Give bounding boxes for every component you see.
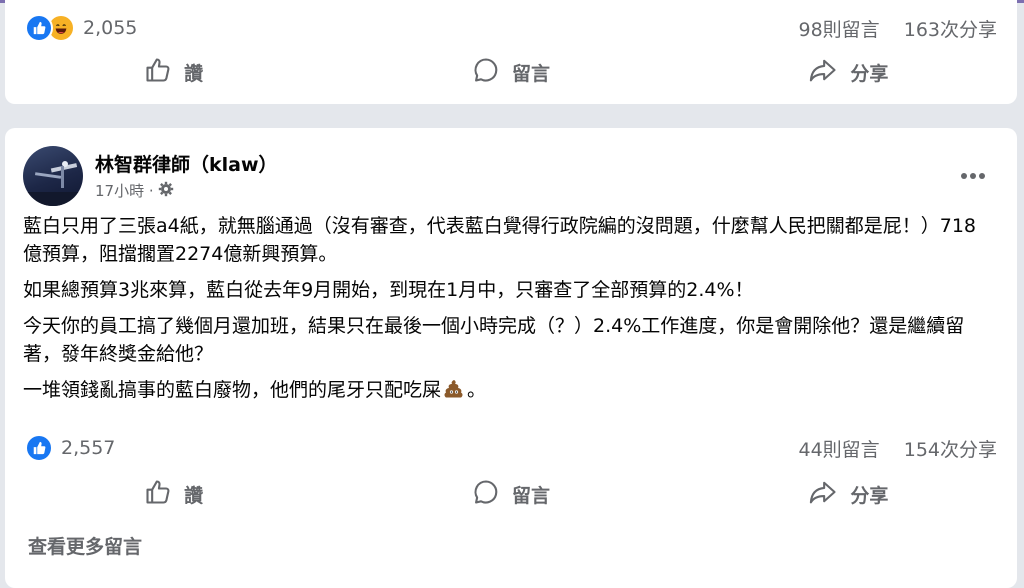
- author-name[interactable]: 林智群律師（klaw）: [95, 150, 278, 177]
- view-more-comments-link[interactable]: 查看更多留言: [28, 532, 142, 559]
- like-reaction-icon: [25, 14, 53, 42]
- thumbs-up-icon: [144, 56, 172, 89]
- post-paragraph-text: 一堆領錢亂搞事的藍白廢物，他們的尾牙只配吃屎: [23, 379, 442, 401]
- gear-icon[interactable]: [158, 181, 174, 201]
- engagement-counts: 44則留言 154次分享: [781, 435, 998, 462]
- post-paragraph-end: 。: [467, 379, 487, 401]
- post-paragraph: 今天你的員工搞了幾個月還加班，結果只在最後一個小時完成（？）2.4%工作進度，你…: [23, 315, 965, 365]
- like-button[interactable]: 讚: [5, 478, 342, 511]
- comment-bubble-icon: [472, 478, 500, 511]
- share-arrow-icon: [808, 56, 838, 89]
- post-actions-bar: 讚 留言 分享: [5, 472, 1017, 516]
- post-time[interactable]: 17小時 ·: [95, 180, 154, 201]
- comment-button[interactable]: 留言: [342, 56, 679, 89]
- post-body: 藍白只用了三張a4紙，就無腦通過（沒有審查，代表藍白覺得行政院編的沒問題，什麼幫…: [23, 212, 987, 416]
- like-button[interactable]: 讚: [5, 56, 342, 89]
- avatar[interactable]: [23, 146, 83, 206]
- share-button[interactable]: 分享: [680, 478, 1017, 511]
- reaction-summary[interactable]: 2,055: [25, 14, 137, 42]
- post-stats-bar: 2,055 98則留言 163次分享: [25, 14, 997, 42]
- like-label: 讚: [184, 484, 204, 507]
- post-meta: 17小時 ·: [95, 180, 174, 201]
- like-reaction-icon: [25, 434, 53, 462]
- share-count[interactable]: 154次分享: [904, 439, 997, 461]
- reaction-count: 2,557: [61, 437, 116, 459]
- post-stats-bar: 2,557 44則留言 154次分享: [25, 434, 997, 462]
- reaction-summary[interactable]: 2,557: [25, 434, 115, 462]
- post-paragraph: 如果總預算3兆來算，藍白從去年9月開始，到現在1月中，只審查了全部預算的2.4%…: [23, 279, 754, 301]
- post-card-1: 2,055 98則留言 163次分享 讚 留言 分享: [5, 0, 1017, 104]
- comment-count[interactable]: 44則留言: [799, 439, 880, 461]
- share-label: 分享: [850, 484, 889, 507]
- like-label: 讚: [184, 62, 204, 85]
- post-header: 林智群律師（klaw） 17小時 ·: [23, 146, 999, 206]
- post-paragraph: 藍白只用了三張a4紙，就無腦通過（沒有審查，代表藍白覺得行政院編的沒問題，什麼幫…: [23, 215, 976, 265]
- share-count[interactable]: 163次分享: [904, 19, 997, 41]
- reaction-count: 2,055: [83, 17, 138, 39]
- share-button[interactable]: 分享: [680, 56, 1017, 89]
- post-paragraph-last: 一堆領錢亂搞事的藍白廢物，他們的尾牙只配吃屎 。: [23, 376, 987, 408]
- share-label: 分享: [850, 62, 889, 85]
- comment-count[interactable]: 98則留言: [799, 19, 880, 41]
- poop-emoji-icon: [443, 378, 465, 408]
- post-actions-bar: 讚 留言 分享: [5, 50, 1017, 94]
- comment-bubble-icon: [472, 56, 500, 89]
- share-arrow-icon: [808, 478, 838, 511]
- thumbs-up-icon: [144, 478, 172, 511]
- comment-label: 留言: [511, 62, 550, 85]
- comment-label: 留言: [511, 484, 550, 507]
- post-card-2: 林智群律師（klaw） 17小時 · 藍白只用了三張a4紙，就無腦通過（沒有審查…: [5, 128, 1017, 588]
- engagement-counts: 98則留言 163次分享: [781, 15, 998, 42]
- comment-button[interactable]: 留言: [342, 478, 679, 511]
- more-options-icon[interactable]: [955, 158, 991, 194]
